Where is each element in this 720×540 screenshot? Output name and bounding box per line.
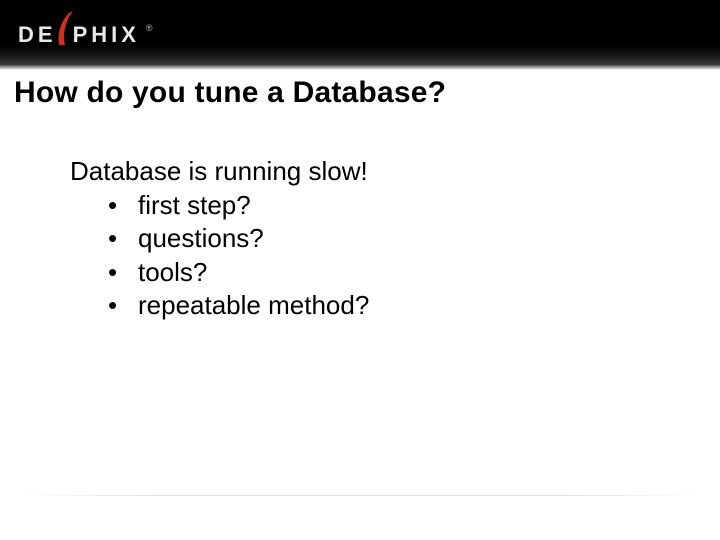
brand-logo: DE PHIX ® bbox=[18, 0, 157, 70]
logo-text-right: PHIX bbox=[73, 22, 140, 48]
registered-mark: ® bbox=[146, 23, 157, 33]
slide-body: Database is running slow! first step? qu… bbox=[14, 156, 706, 322]
slide-content: How do you tune a Database? Database is … bbox=[0, 70, 720, 322]
footer-divider bbox=[14, 495, 706, 496]
list-item: questions? bbox=[108, 222, 706, 255]
lead-text: Database is running slow! bbox=[70, 156, 706, 187]
list-item: tools? bbox=[108, 256, 706, 289]
logo-text: DE PHIX ® bbox=[18, 21, 157, 49]
header-bar: DE PHIX ® bbox=[0, 0, 720, 70]
list-item: repeatable method? bbox=[108, 289, 706, 322]
slide-title: How do you tune a Database? bbox=[14, 76, 706, 110]
list-item: first step? bbox=[108, 189, 706, 222]
logo-swoosh-icon bbox=[55, 21, 75, 49]
bullet-list: first step? questions? tools? repeatable… bbox=[70, 189, 706, 322]
logo-text-left: DE bbox=[18, 22, 57, 48]
